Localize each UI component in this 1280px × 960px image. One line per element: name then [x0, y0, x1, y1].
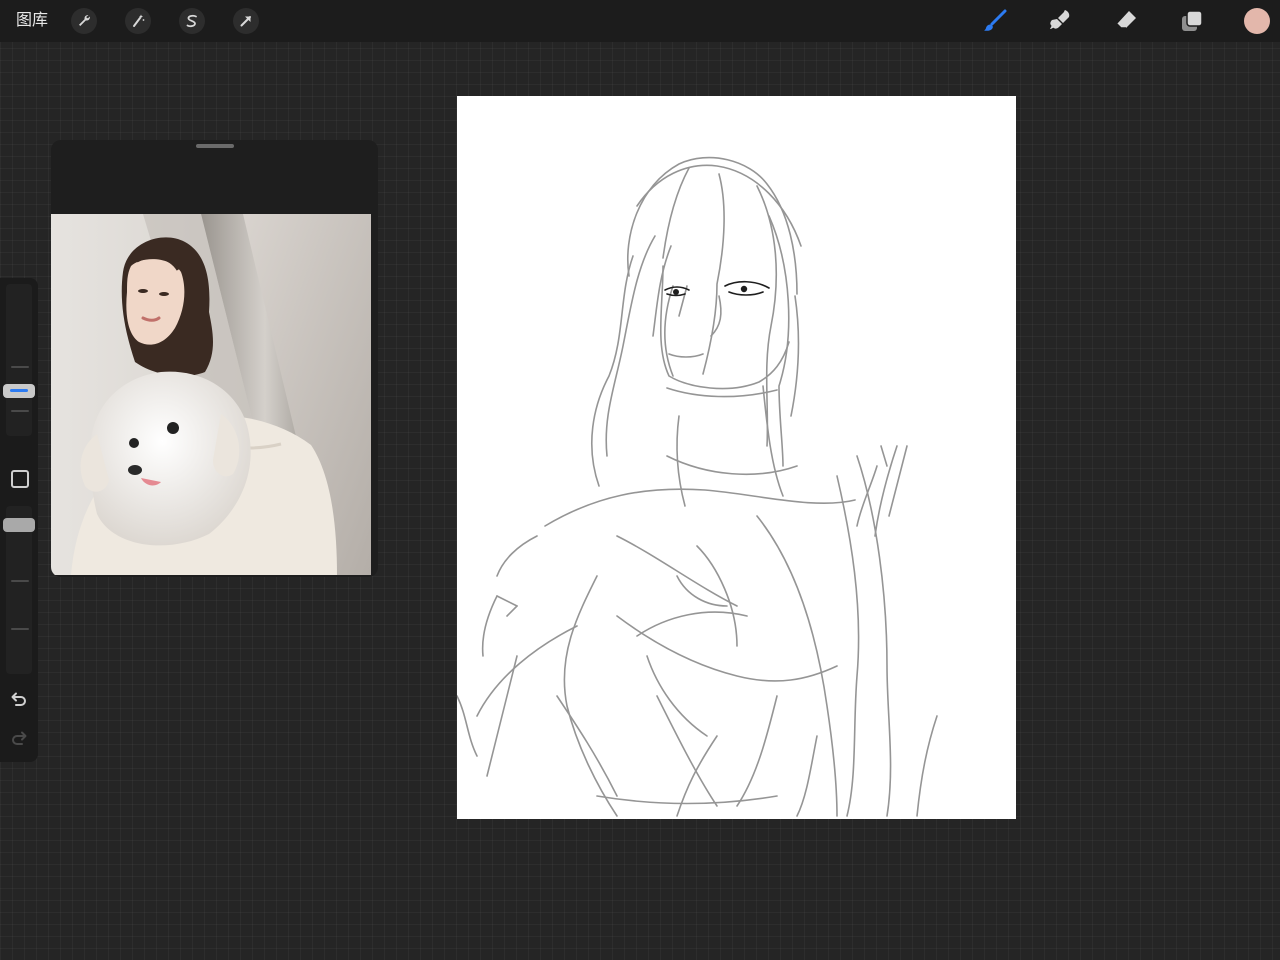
- redo-icon: [12, 731, 27, 745]
- arrow-transform-icon: [240, 16, 251, 27]
- brush-size-indicator: [10, 389, 28, 392]
- paint-tool[interactable]: [980, 6, 1010, 36]
- brush-size-thumb[interactable]: [3, 384, 35, 398]
- brush-icon: [984, 9, 1007, 31]
- actions-button[interactable]: [71, 8, 97, 34]
- magic-wand-icon: [133, 14, 145, 27]
- gallery-button[interactable]: 图库: [16, 9, 48, 33]
- top-toolbar: 图库: [0, 0, 1280, 42]
- eraser-icon: [1116, 11, 1136, 29]
- reference-photo: [51, 214, 371, 575]
- modify-button[interactable]: [11, 470, 29, 488]
- erase-tool[interactable]: [1111, 6, 1141, 36]
- layers-tool[interactable]: [1177, 6, 1207, 36]
- slider-tick: [11, 410, 29, 412]
- layers-icon: [1182, 10, 1203, 31]
- smudge-tool[interactable]: [1045, 6, 1075, 36]
- transform-button[interactable]: [233, 8, 259, 34]
- slider-tick: [11, 628, 29, 630]
- slider-tick: [11, 366, 29, 368]
- color-picker-button[interactable]: [1244, 8, 1270, 34]
- slider-tick: [11, 580, 29, 582]
- undo-button[interactable]: [9, 689, 29, 709]
- drawing-canvas[interactable]: [456, 96, 1016, 819]
- opacity-thumb[interactable]: [3, 518, 35, 532]
- undo-icon: [11, 692, 26, 706]
- reference-drag-handle[interactable]: [196, 144, 234, 148]
- sketch-drawing: [456, 156, 938, 817]
- sidebar: [0, 278, 38, 762]
- smudge-icon: [1050, 10, 1070, 29]
- reference-window[interactable]: [51, 140, 378, 577]
- brush-size-slider[interactable]: [6, 284, 32, 436]
- redo-button[interactable]: [9, 728, 29, 748]
- selection-button[interactable]: [179, 8, 205, 34]
- adjustments-button[interactable]: [125, 8, 151, 34]
- wrench-icon: [79, 15, 90, 26]
- selection-icon: [186, 14, 197, 28]
